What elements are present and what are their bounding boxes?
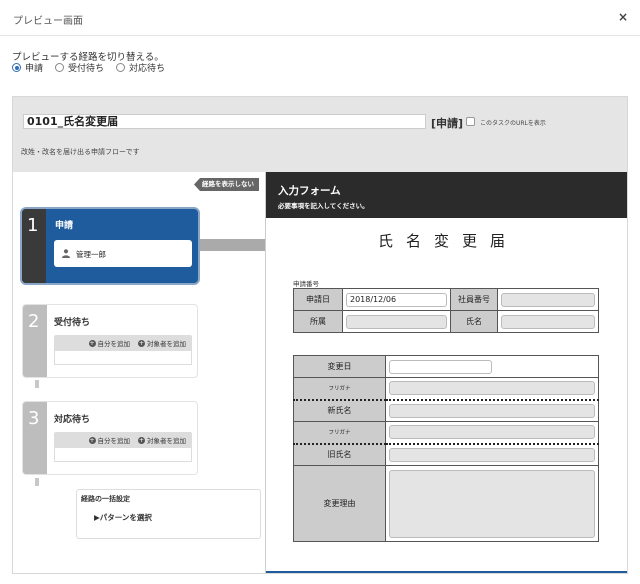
change-date-cell	[385, 355, 599, 378]
step-number: 3	[28, 408, 40, 429]
dialog-header: プレビュー画面 ×	[0, 0, 640, 36]
bulk-route-setting: 経路の一括設定 ▶パターンを選択	[76, 489, 261, 539]
reason-cell	[385, 465, 599, 542]
furigana-label: フリガナ	[293, 377, 386, 401]
plus-icon: +	[88, 339, 96, 347]
input-form: 入力フォーム 必要事項を記入してください。 氏名変更届 申請番号 申請日 201…	[265, 172, 627, 573]
plus-icon: +	[138, 339, 145, 347]
new-name-label: 新氏名	[293, 399, 386, 422]
document-description: 改姓・改名を届け出る申請フローです	[21, 148, 140, 156]
status-tag: [申請]	[431, 117, 464, 130]
hide-route-button[interactable]: 経路を表示しない	[194, 178, 259, 191]
dept-label: 所属	[293, 310, 343, 333]
show-url-label: このタスクのURLを表示	[480, 120, 546, 127]
add-target-label: 対象者を追加	[147, 437, 186, 445]
applicant-table: 申請日 2018/12/06 社員番号 所属 氏名	[293, 288, 599, 333]
step-response[interactable]: 3 対応待ち + 自分を追加 + 対象者を追加	[22, 401, 198, 475]
furigana-cell	[385, 377, 599, 401]
document-title: 0101_氏名変更届	[23, 114, 426, 129]
app-date-input[interactable]: 2018/12/06	[346, 292, 447, 307]
route-radio-group: 申請 受付待ち 対応待ち	[12, 61, 165, 74]
radio-selected-icon[interactable]	[12, 63, 21, 72]
radio-response-label: 対応待ち	[129, 64, 166, 74]
form-document-title: 氏名変更届	[377, 232, 518, 250]
radio-apply[interactable]: 申請	[12, 61, 43, 74]
add-target-link[interactable]: + 対象者を追加	[138, 435, 186, 445]
route-flow: 経路を表示しない 1 申請 管理一郎 2 受付待ち + 自分を追加 + 対象者を…	[13, 172, 266, 573]
app-date-label: 申請日	[293, 288, 343, 311]
change-date-input[interactable]	[389, 359, 492, 374]
form-header-subtitle: 必要事項を記入してください。	[278, 202, 369, 210]
step-to-form-connector	[200, 239, 266, 251]
form-header-title: 入力フォーム	[278, 185, 341, 197]
form-bottom-bar	[266, 571, 627, 573]
step-name: 申請	[55, 221, 74, 231]
add-assignee-bar: + 自分を追加 + 対象者を追加	[54, 432, 192, 448]
assignee-list	[54, 351, 192, 365]
old-name-input[interactable]	[389, 447, 595, 462]
employee-no-label: 社員番号	[450, 288, 498, 311]
add-self-label: 自分を追加	[97, 340, 131, 348]
step-apply[interactable]: 1 申請 管理一郎	[22, 209, 198, 283]
add-self-label: 自分を追加	[97, 437, 131, 445]
radio-response[interactable]: 対応待ち	[116, 61, 165, 74]
reason-textarea[interactable]	[389, 469, 595, 538]
assignee-card: 管理一郎	[54, 240, 192, 267]
name-label: 氏名	[450, 310, 498, 333]
step-reception[interactable]: 2 受付待ち + 自分を追加 + 対象者を追加	[22, 304, 198, 378]
select-pattern-link[interactable]: ▶パターンを選択	[94, 512, 152, 523]
plus-icon: +	[88, 436, 96, 444]
step-number: 1	[27, 215, 39, 236]
form-header: 入力フォーム 必要事項を記入してください。	[266, 172, 627, 218]
employee-no-input[interactable]	[501, 292, 595, 307]
close-icon[interactable]: ×	[618, 10, 628, 24]
step-number: 2	[28, 311, 40, 332]
person-icon	[62, 249, 70, 258]
furigana2-input[interactable]	[389, 425, 595, 440]
furigana2-cell	[385, 421, 599, 445]
reason-label: 変更理由	[293, 465, 386, 542]
employee-no-cell	[497, 288, 599, 311]
old-name-cell	[385, 443, 599, 466]
new-name-input[interactable]	[389, 403, 595, 418]
preview-dialog: プレビュー画面 × プレビューする経路を切り替える。 申請 受付待ち 対応待ち …	[0, 0, 640, 584]
radio-icon[interactable]	[116, 63, 126, 72]
new-name-cell	[385, 399, 599, 422]
change-date-label: 変更日	[293, 355, 386, 378]
plus-icon: +	[138, 436, 145, 444]
add-assignee-bar: + 自分を追加 + 対象者を追加	[54, 335, 192, 351]
bulk-setting-title: 経路の一括設定	[81, 495, 130, 503]
change-table: 変更日 フリガナ 新氏名 フリガナ 旧氏名 変更理由	[293, 355, 599, 542]
radio-reception-label: 受付待ち	[68, 64, 105, 74]
old-name-label: 旧氏名	[293, 443, 386, 466]
assignee-list	[54, 448, 192, 462]
app-date-cell: 2018/12/06	[342, 288, 451, 311]
add-self-link[interactable]: + 自分を追加	[88, 338, 131, 348]
radio-reception[interactable]: 受付待ち	[55, 61, 104, 74]
add-target-link[interactable]: + 対象者を追加	[138, 338, 186, 348]
assignee-name: 管理一郎	[76, 250, 106, 259]
preview-panel: 0101_氏名変更届 [申請] このタスクのURLを表示 改姓・改名を届け出る申…	[12, 96, 628, 574]
radio-apply-label: 申請	[25, 64, 44, 74]
step-name: 受付待ち	[54, 318, 91, 328]
step-name: 対応待ち	[54, 415, 91, 425]
add-target-label: 対象者を追加	[147, 340, 186, 348]
furigana-input[interactable]	[389, 381, 595, 396]
application-number-label: 申請番号	[293, 280, 319, 288]
radio-icon[interactable]	[55, 63, 65, 72]
dialog-title: プレビュー画面	[13, 16, 83, 27]
name-input[interactable]	[501, 314, 595, 329]
add-self-link[interactable]: + 自分を追加	[88, 435, 131, 445]
show-url-checkbox[interactable]	[466, 117, 475, 126]
name-cell	[497, 310, 599, 333]
dept-cell	[342, 310, 451, 333]
dept-input[interactable]	[346, 314, 447, 329]
furigana2-label: フリガナ	[293, 421, 386, 445]
